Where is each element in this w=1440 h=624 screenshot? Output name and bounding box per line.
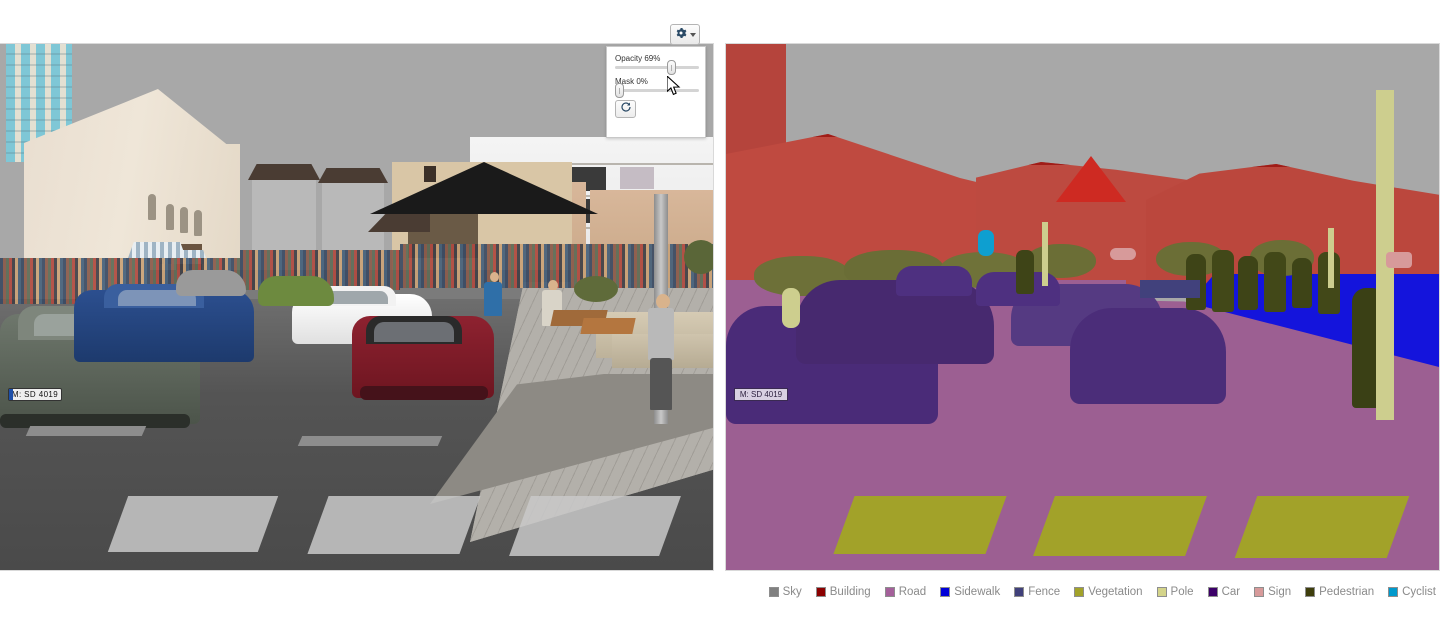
car-red-window	[374, 322, 454, 342]
seg-car	[896, 266, 972, 296]
wall-window	[148, 194, 156, 220]
seg-sign	[1386, 252, 1412, 268]
legend-label: Road	[898, 586, 927, 598]
opacity-slider-thumb[interactable]	[666, 60, 676, 75]
legend-swatch-pedestrian	[1305, 587, 1316, 597]
legend-label: Vegetation	[1088, 586, 1143, 598]
legend-label: Pole	[1170, 586, 1194, 598]
legend-label: Car	[1221, 586, 1241, 598]
legend-item[interactable]: Sky	[768, 586, 802, 598]
crosswalk-stripe	[107, 496, 279, 552]
pedestrian-head	[656, 294, 670, 309]
vegetation	[684, 240, 713, 274]
legend-swatch-vegetation	[1074, 587, 1085, 597]
opacity-slider[interactable]	[615, 60, 699, 75]
seg-cyclist	[978, 230, 994, 256]
legend-swatch-pole	[1156, 587, 1167, 597]
legend-swatch-building	[815, 587, 826, 597]
seg-pedestrian	[1292, 258, 1312, 308]
legend-item[interactable]: Road	[884, 586, 927, 598]
lane-marking	[297, 436, 443, 446]
seg-pedestrian	[1264, 252, 1286, 312]
legend-item[interactable]: Cyclist	[1388, 586, 1436, 598]
mask-slider[interactable]	[615, 83, 699, 98]
segmentation-panel[interactable]: M: SD 4019	[725, 43, 1440, 571]
refresh-icon	[620, 100, 632, 118]
seg-pedestrian	[1016, 250, 1034, 294]
seg-pole	[1042, 222, 1048, 286]
chevron-down-icon	[689, 32, 696, 37]
legend-item[interactable]: Pedestrian	[1305, 586, 1374, 598]
lane-marking	[25, 426, 147, 436]
seg-pole	[782, 288, 800, 328]
pedestrian-legs	[650, 358, 672, 410]
wall-window	[194, 210, 202, 236]
legend-label: Fence	[1028, 586, 1061, 598]
seg-pole	[1328, 228, 1334, 288]
settings-gear-button[interactable]	[670, 24, 700, 45]
rowhouse-roof	[248, 164, 320, 180]
legend-label: Pedestrian	[1319, 586, 1375, 598]
legend-swatch-road	[884, 587, 895, 597]
car-red-shadow	[360, 386, 488, 400]
crosswalk-stripe	[509, 496, 681, 556]
legend-label: Cyclist	[1402, 586, 1436, 598]
bench	[580, 318, 636, 334]
seg-pedestrian	[1238, 256, 1258, 310]
legend-swatch-car	[1207, 587, 1218, 597]
mask-slider-thumb[interactable]	[615, 83, 624, 98]
seg-car	[1070, 308, 1226, 404]
seg-pedestrian	[1212, 250, 1234, 312]
settings-popover[interactable]: Opacity 69% Mask 0%	[606, 46, 706, 138]
crosswalk-stripe	[307, 496, 481, 554]
legend-item[interactable]: Fence	[1014, 586, 1060, 598]
legend-swatch-cyclist	[1388, 587, 1399, 597]
app-root: M: SD 4019 M: SD 4019 Opacity 69% Mask 0…	[0, 0, 1440, 624]
legend-label: Building	[829, 586, 871, 598]
legend-swatch-sky	[768, 587, 779, 597]
seg-license-plate: M: SD 4019	[734, 388, 788, 401]
seg-fence	[1140, 280, 1200, 298]
pedestrian-body	[648, 308, 674, 360]
opacity-label: Opacity 69%	[615, 54, 661, 63]
seg-sign	[1110, 248, 1136, 260]
legend-swatch-sign	[1254, 587, 1265, 597]
seg-crosswalk-stripe	[1033, 496, 1207, 556]
pedestrian-head	[490, 272, 499, 282]
mask-label: Mask 0%	[615, 77, 648, 86]
wall-window	[180, 207, 188, 233]
reset-button[interactable]	[615, 100, 636, 118]
car-lime	[258, 276, 334, 306]
legend-item[interactable]: Building	[815, 586, 871, 598]
legend-item[interactable]: Sign	[1254, 586, 1291, 598]
rowhouse-roof	[318, 168, 388, 183]
legend-item[interactable]: Pole	[1156, 586, 1194, 598]
seg-crosswalk-stripe	[1234, 496, 1410, 558]
legend-label: Sky	[782, 586, 802, 598]
class-legend: Sky Building Road Sidewalk Fence Vegetat…	[0, 581, 1440, 603]
legend-item[interactable]: Car	[1207, 586, 1241, 598]
license-plate: M: SD 4019	[8, 388, 62, 401]
vegetation	[574, 276, 618, 302]
legend-item[interactable]: Vegetation	[1074, 586, 1143, 598]
legend-label: Sidewalk	[954, 586, 1001, 598]
legend-item[interactable]: Sidewalk	[940, 586, 1000, 598]
pedestrian-body	[484, 282, 502, 316]
wall-window	[166, 204, 174, 230]
chimney	[424, 166, 436, 182]
legend-swatch-fence	[1014, 587, 1025, 597]
car-grey	[176, 270, 246, 296]
segmentation-scene: M: SD 4019	[726, 44, 1439, 570]
seg-crosswalk-stripe	[833, 496, 1007, 554]
legend-swatch-sidewalk	[940, 587, 951, 597]
legend-label: Sign	[1268, 586, 1292, 598]
gear-icon	[675, 26, 687, 44]
